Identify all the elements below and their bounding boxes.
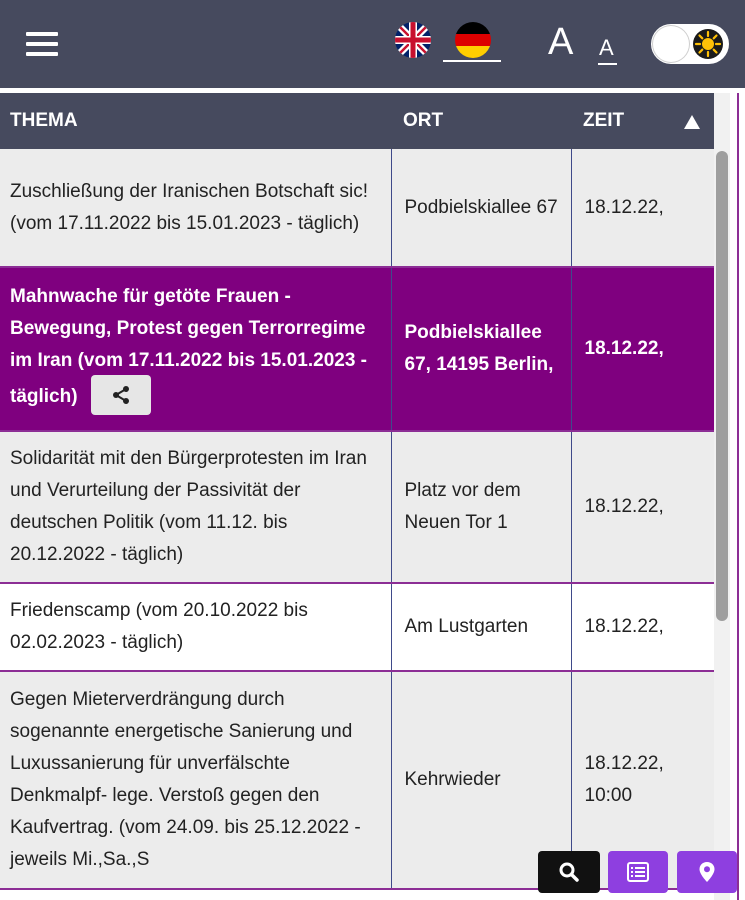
cell-ort: Podbielskiallee 67 [391,149,572,268]
share-icon [112,386,129,404]
map-view-button[interactable] [677,851,737,893]
events-table-container[interactable]: THEMA ORT ZEIT Zuschließung der Iranisch… [0,93,714,900]
cell-zeit: 18.12.22, [571,431,714,584]
cell-ort: Am Lustgarten [391,583,572,672]
toggle-knob [653,26,689,62]
theme-toggle[interactable] [651,24,729,64]
column-header-zeit[interactable]: ZEIT [571,93,714,149]
cell-thema: Mahnwache für getöte Frauen - Bewegung, … [0,267,392,432]
cell-zeit: 18.12.22, [571,583,714,672]
events-table: THEMA ORT ZEIT Zuschließung der Iranisch… [0,93,714,890]
cell-thema: Gegen Mieterverdrängung durch sogenannte… [0,671,392,890]
germany-flag-icon[interactable] [455,22,491,58]
hamburger-icon[interactable] [26,30,58,58]
column-header-zeit-label: ZEIT [583,110,625,131]
sun-icon [693,29,723,59]
cell-thema: Friedenscamp (vom 20.10.2022 bis 02.02.2… [0,583,392,672]
search-button[interactable] [538,851,600,893]
table-header-row: THEMA ORT ZEIT [0,93,714,149]
table-row[interactable]: Solidarität mit den Bürgerprotesten im I… [0,431,714,584]
cell-thema: Solidarität mit den Bürgerprotesten im I… [0,431,392,584]
cell-zeit: 18.12.22, [571,267,714,432]
scrollbar-thumb[interactable] [716,151,728,621]
sort-ascending-icon[interactable] [684,115,700,129]
table-row[interactable]: Zuschließung der Iranischen Botschaft si… [0,149,714,268]
app-header: A A [0,0,745,88]
cell-zeit: 18.12.22, [571,149,714,268]
table-row-highlighted[interactable]: Mahnwache für getöte Frauen - Bewegung, … [0,267,714,432]
cell-ort: Platz vor dem Neuen Tor 1 [391,431,572,584]
uk-flag-icon[interactable] [395,22,431,58]
cell-thema: Zuschließung der Iranischen Botschaft si… [0,149,392,268]
column-header-ort[interactable]: ORT [391,93,571,149]
cell-ort: Podbielskiallee 67, 14195 Berlin, [391,267,572,432]
active-language-indicator [443,60,501,62]
column-header-thema[interactable]: THEMA [0,93,391,149]
map-pin-icon [699,862,715,882]
search-icon [559,862,579,882]
table-scrollbar[interactable] [714,93,730,900]
font-size-small-button[interactable]: A [599,36,614,60]
list-view-button[interactable] [608,851,668,893]
font-size-large-button[interactable]: A [548,22,573,62]
font-size-active-indicator [598,63,617,65]
page-right-border [737,93,739,900]
list-icon [627,862,649,882]
cell-thema-text: Mahnwache für getöte Frauen - Bewegung, … [10,286,368,408]
table-row[interactable]: Friedenscamp (vom 20.10.2022 bis 02.02.2… [0,583,714,672]
share-button[interactable] [90,375,151,415]
table-row[interactable]: Gegen Mieterverdrängung durch sogenannte… [0,671,714,890]
